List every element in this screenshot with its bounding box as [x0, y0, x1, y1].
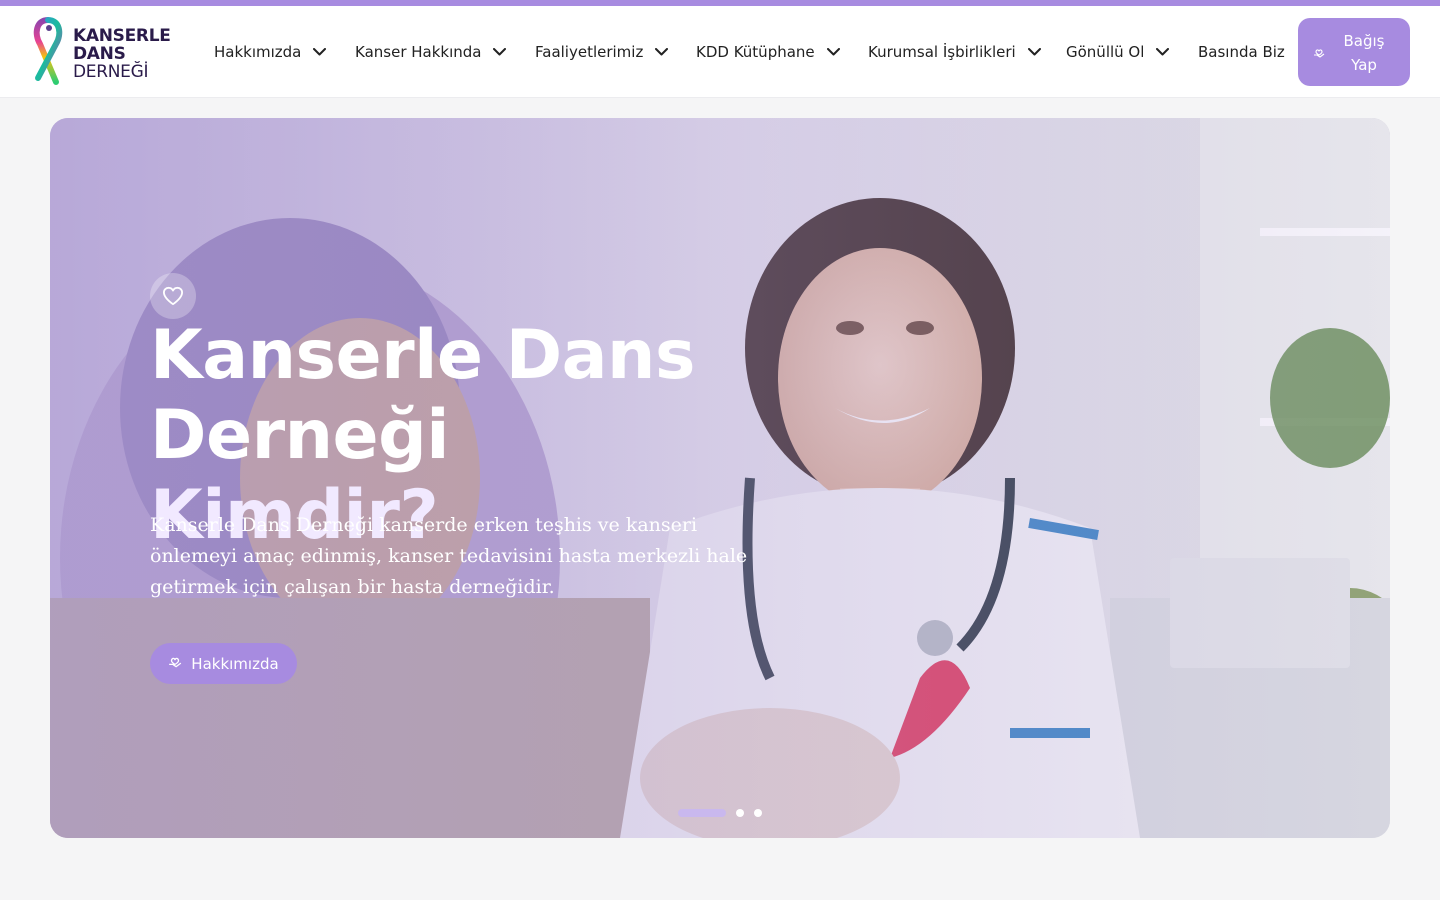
chevron-down-icon — [1156, 48, 1170, 56]
nav-item-faaliyetlerimiz[interactable]: Faaliyetlerimiz — [535, 40, 669, 64]
nav-item-label: Gönüllü Ol — [1066, 43, 1145, 61]
donate-button[interactable]: Bağış Yap — [1298, 18, 1410, 86]
about-button[interactable]: Hakkımızda — [150, 643, 297, 684]
hand-heart-icon — [168, 655, 182, 673]
ribbon-logo-icon — [33, 17, 63, 85]
chevron-down-icon — [493, 48, 507, 56]
logo-line-2: DANS — [73, 44, 126, 64]
chevron-down-icon — [313, 48, 327, 56]
donate-label: Bağış Yap — [1343, 32, 1385, 74]
nav-item-hakkimizda[interactable]: Hakkımızda — [214, 40, 327, 64]
nav-item-label: Faaliyetlerimiz — [535, 43, 644, 61]
nav-item-gonullu-ol[interactable]: Gönüllü Ol — [1066, 40, 1170, 64]
chevron-down-icon — [655, 48, 669, 56]
nav-item-label: Basında Biz — [1198, 43, 1285, 61]
hero-description: Kanserle Dans Derneği kanserde erken teş… — [150, 514, 748, 598]
nav-item-kanser-hakkinda[interactable]: Kanser Hakkında — [355, 40, 507, 64]
about-button-label: Hakkımızda — [191, 654, 279, 673]
nav-item-kdd-kutuphane[interactable]: KDD Kütüphane — [696, 40, 840, 64]
heart-badge — [150, 273, 196, 319]
slider-dot-1[interactable] — [678, 809, 726, 817]
logo-wordmark: KANSERLE DANS DERNEĞİ — [73, 27, 171, 81]
heart-icon — [163, 286, 183, 306]
chevron-down-icon — [826, 48, 840, 56]
site-logo[interactable]: KANSERLE DANS DERNEĞİ — [28, 16, 178, 90]
hero-slider: Kanserle Dans Derneği Kimdir? Kanserle D… — [50, 118, 1390, 838]
nav-item-label: KDD Kütüphane — [696, 43, 815, 61]
logo-line-1: KANSERLE — [73, 26, 171, 46]
hand-heart-icon — [1313, 45, 1325, 63]
logo-line-3: DERNEĞİ — [73, 62, 149, 82]
hero-title-line-1: Kanserle Dans Derneği — [150, 316, 695, 475]
nav-item-basinda-biz[interactable]: Basında Biz — [1198, 40, 1285, 64]
nav-item-label: Kurumsal İşbirlikleri — [868, 43, 1016, 61]
slider-dot-2[interactable] — [736, 809, 744, 817]
nav-item-label: Kanser Hakkında — [355, 43, 482, 61]
slider-dot-3[interactable] — [754, 809, 762, 817]
nav-item-label: Hakkımızda — [214, 43, 302, 61]
chevron-down-icon — [1027, 48, 1041, 56]
site-header: KANSERLE DANS DERNEĞİ Hakkımızda Kanser … — [0, 6, 1440, 98]
nav-item-kurumsal-isbirlikleri[interactable]: Kurumsal İşbirlikleri — [868, 40, 1041, 64]
